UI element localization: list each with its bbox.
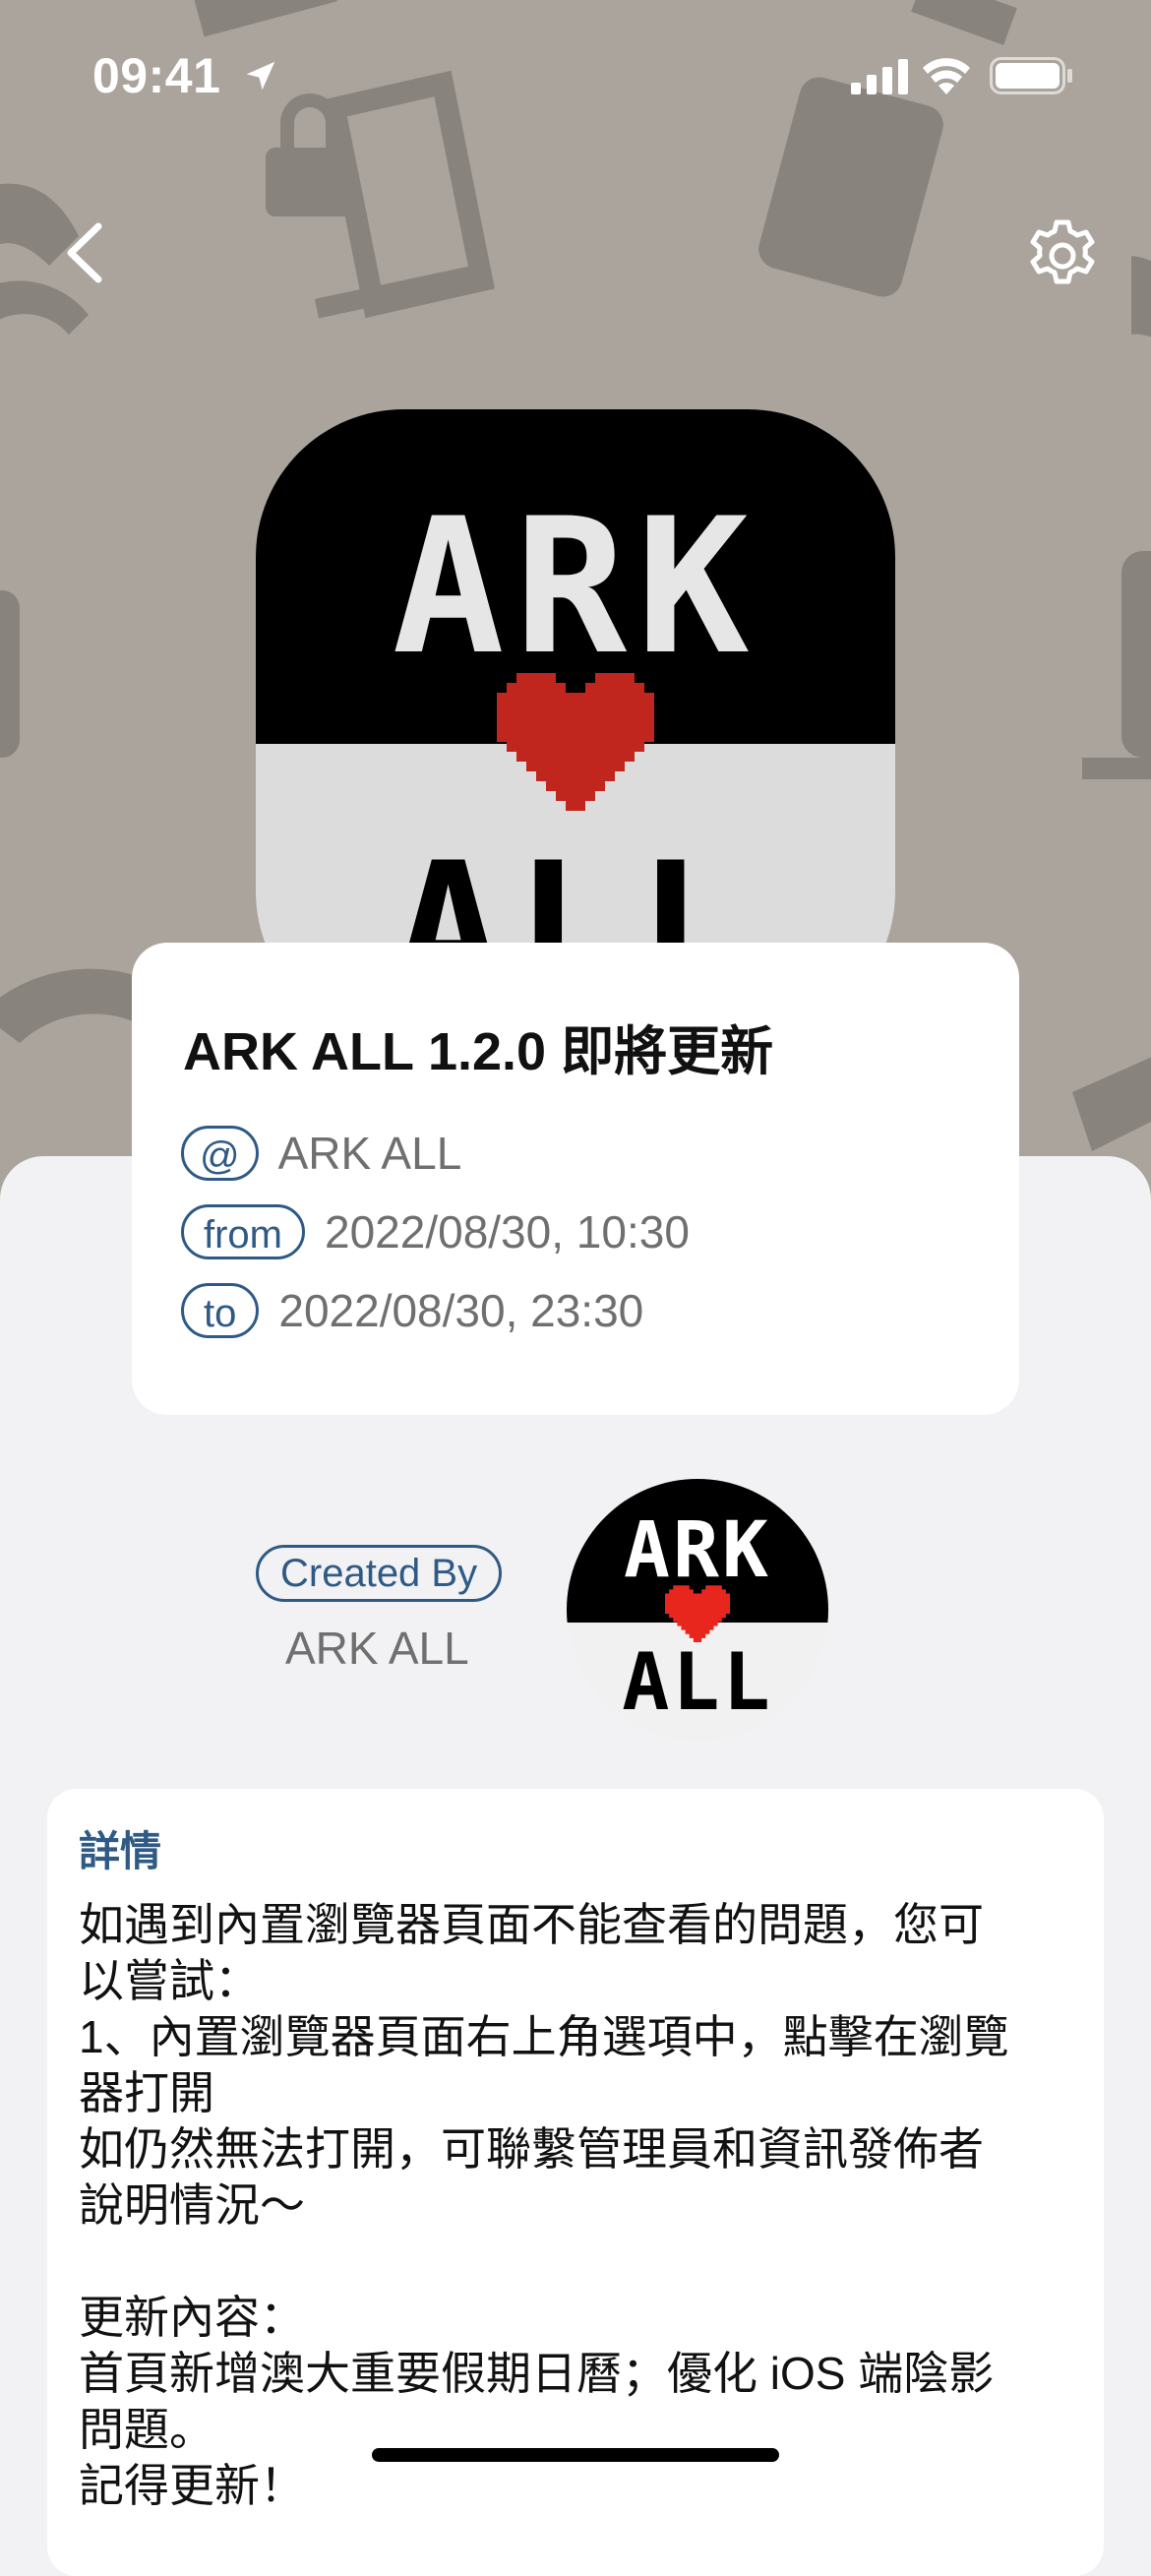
from-row: from 2022/08/30, 10:30 [181, 1204, 690, 1259]
details-line: 以嘗試： [79, 1955, 260, 2006]
at-badge: @ [181, 1126, 259, 1181]
avatar-bottom-text: ALL [622, 1636, 773, 1728]
gear-icon[interactable] [1023, 216, 1102, 295]
event-title: ARK ALL 1.2.0 即將更新 [183, 1022, 774, 1081]
creator-avatar[interactable]: ARK ALL [567, 1479, 828, 1741]
end-datetime: 2022/08/30, 23:30 [278, 1285, 644, 1336]
details-line: 記得更新！ [79, 2460, 305, 2511]
details-line: 說明情況～ [79, 2179, 305, 2231]
details-line: 如仍然無法打開，可聯繫管理員和資訊發佈者 [79, 2123, 984, 2175]
chevron-left-icon[interactable] [57, 218, 116, 287]
cellular-signal-icon [851, 59, 908, 94]
details-line [79, 2234, 1072, 2290]
battery-icon [990, 57, 1072, 94]
details-line: 首頁新增澳大重要假期日曆；優化 iOS 端陰影 [79, 2348, 995, 2399]
avatar-heart-icon [665, 1585, 730, 1642]
home-indicator[interactable] [372, 2448, 779, 2462]
wifi-icon [923, 58, 970, 94]
organizer-name: ARK ALL [277, 1128, 462, 1179]
details-line: 1、內置瀏覽器頁面右上角選項中，點擊在瀏覽 [79, 2011, 1009, 2062]
details-line: 如遇到內置瀏覽器頁面不能查看的問題，您可 [79, 1899, 984, 1950]
heart-icon [497, 673, 654, 811]
details-line: 器打開 [79, 2067, 214, 2118]
start-datetime: 2022/08/30, 10:30 [325, 1206, 690, 1257]
to-badge: to [181, 1283, 260, 1338]
details-body: 如遇到內置瀏覽器頁面不能查看的問題，您可 以嘗試： 1、內置瀏覽器頁面右上角選項… [79, 1897, 1072, 2514]
to-row: to 2022/08/30, 23:30 [181, 1283, 643, 1338]
details-heading: 詳情 [79, 1828, 162, 1874]
creator-name[interactable]: ARK ALL [285, 1622, 469, 1675]
from-badge: from [181, 1204, 305, 1259]
location-arrow-icon [246, 61, 275, 91]
organizer-row: @ ARK ALL [181, 1126, 461, 1181]
created-by-badge: Created By [256, 1545, 503, 1602]
details-line: 更新內容： [79, 2292, 305, 2343]
event-info-card: ARK ALL 1.2.0 即將更新 @ ARK ALL from 2022/0… [132, 943, 1019, 1415]
status-time: 09:41 [92, 48, 221, 103]
